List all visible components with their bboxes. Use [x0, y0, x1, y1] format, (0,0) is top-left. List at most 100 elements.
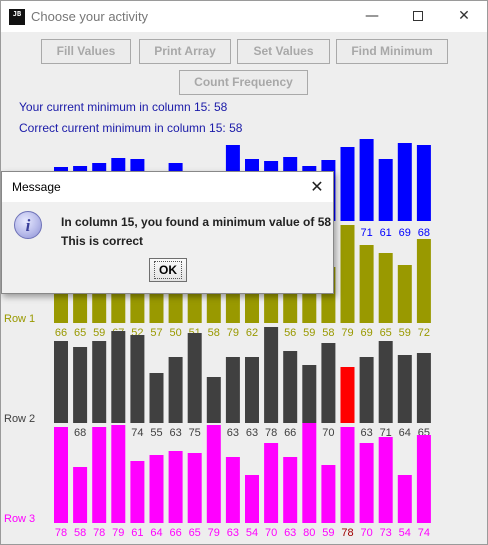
title-bar: JB Choose your activity — ✕ [1, 1, 487, 32]
chart-bar [245, 357, 259, 423]
chart-bar [321, 465, 336, 523]
bar-value-label: 62 [246, 327, 258, 339]
chart-bar [397, 143, 412, 221]
bar-value-label: 79 [341, 327, 353, 339]
chart-bar [416, 239, 431, 323]
chart-bar [54, 427, 68, 523]
bar-value-label: 74 [131, 427, 143, 439]
bar-value-label: 68 [74, 427, 86, 439]
chart-bar [359, 245, 374, 323]
bar-value-label: 73 [380, 527, 392, 539]
row-label: Row 2 [4, 413, 35, 425]
bar-value-label: 63 [227, 527, 239, 539]
app-window: JB Choose your activity — ✕ Fill Values … [0, 0, 488, 545]
chart-bar [283, 351, 298, 423]
bar-value-label: 66 [284, 427, 296, 439]
chart-bar [245, 475, 259, 523]
chart-bar [149, 373, 164, 423]
bar-value-label: 78 [341, 527, 353, 539]
chart-bar [340, 427, 355, 523]
chart-bar [321, 343, 336, 423]
chart-bar [302, 365, 317, 423]
chart-bar [397, 355, 412, 423]
information-icon: i [14, 211, 42, 239]
current-minimum-text: Your current minimum in column 15: 58 [19, 100, 228, 114]
bar-value-label: 68 [418, 227, 430, 239]
chart-bar [92, 341, 107, 423]
bar-value-label: 63 [246, 427, 258, 439]
chart-bar [378, 159, 393, 221]
chart-bar [359, 443, 374, 523]
ok-button[interactable]: OK [149, 258, 187, 282]
bar-value-label: 54 [246, 527, 258, 539]
bar-value-label: 79 [112, 527, 124, 539]
chart-bar [416, 145, 431, 221]
chart-bar [168, 451, 183, 523]
bar-value-label: 54 [399, 527, 411, 539]
print-array-button[interactable]: Print Array [139, 39, 231, 64]
dialog-close-button[interactable]: ✕ [302, 172, 332, 202]
chart-bar [264, 443, 279, 523]
bar-value-label: 66 [169, 527, 181, 539]
bar-value-label: 65 [380, 327, 392, 339]
maximize-button[interactable] [395, 1, 441, 32]
chart-bar [378, 437, 393, 523]
bar-value-label: 63 [169, 427, 181, 439]
bar-value-label: 59 [93, 327, 105, 339]
bar-value-label: 70 [360, 527, 372, 539]
chart-bar [283, 457, 298, 523]
chart-bar [73, 467, 88, 523]
bar-value-label: 66 [55, 327, 67, 339]
bar-value-label: 55 [150, 427, 162, 439]
bar-value-label: 69 [360, 327, 372, 339]
bar-value-label: 59 [303, 327, 315, 339]
chart-bar [416, 353, 431, 423]
bar-value-label: 57 [150, 327, 162, 339]
chart-bar [92, 427, 107, 523]
bar-value-label: 58 [322, 327, 334, 339]
chart-bar [168, 357, 183, 423]
chart-bar [187, 453, 202, 523]
bar-value-label: 63 [360, 427, 372, 439]
bar-value-label: 63 [227, 427, 239, 439]
close-button[interactable]: ✕ [441, 1, 487, 32]
bar-value-label: 75 [189, 427, 201, 439]
row-label: Row 1 [4, 313, 35, 325]
bar-value-label: 58 [74, 527, 86, 539]
chart-bar [397, 265, 412, 323]
chart-bar [130, 461, 145, 523]
bar-value-label: 79 [208, 527, 220, 539]
chart-bar [378, 341, 393, 423]
chart-bar [378, 253, 393, 323]
chart-bar [149, 455, 164, 523]
find-minimum-button[interactable]: Find Minimum [336, 39, 448, 64]
minimize-button[interactable]: — [349, 1, 395, 32]
chart-bar [340, 225, 355, 323]
fill-values-button[interactable]: Fill Values [41, 39, 131, 64]
count-frequency-button[interactable]: Count Frequency [179, 70, 308, 95]
chart-bar [359, 139, 374, 221]
dialog-message-line-1: In column 15, you found a minimum value … [61, 215, 332, 229]
bar-value-label: 78 [93, 527, 105, 539]
chart-bar [206, 377, 221, 423]
bar-value-label: 61 [131, 527, 143, 539]
chart-bar [340, 147, 355, 221]
bar-value-label: 80 [303, 527, 315, 539]
bar-value-label: 71 [360, 227, 372, 239]
bar-value-label: 63 [284, 527, 296, 539]
chart-bar [187, 333, 202, 423]
bar-value-label: 58 [208, 327, 220, 339]
chart-bar [264, 327, 279, 423]
chart-bar [54, 341, 68, 423]
chart-bar [397, 475, 412, 523]
message-dialog: Message ✕ i In column 15, you found a mi… [1, 171, 334, 294]
set-values-button[interactable]: Set Values [237, 39, 330, 64]
chart-bar [416, 435, 431, 523]
bar-value-label: 70 [322, 427, 334, 439]
bar-value-label: 50 [169, 327, 181, 339]
bar-value-label: 59 [322, 527, 334, 539]
chart-bar [225, 357, 240, 423]
chart-bar [73, 347, 88, 423]
bar-value-label: 72 [418, 327, 430, 339]
chart-bar [340, 367, 355, 423]
